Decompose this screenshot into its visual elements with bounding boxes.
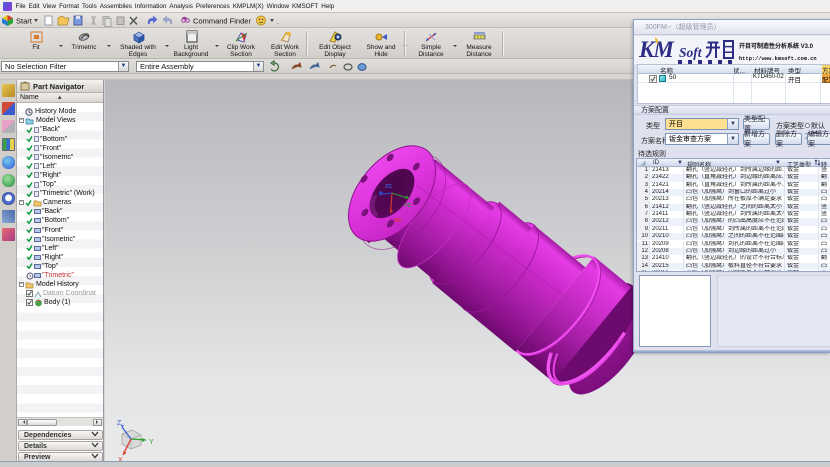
svg-text:Command Finder: Command Finder (193, 17, 251, 26)
svg-text:http://www.kmsoft.com.cn: http://www.kmsoft.com.cn (739, 56, 817, 62)
svg-text:.: . (277, 19, 279, 26)
svg-text:YC: YC (404, 203, 412, 209)
svg-text:Start: Start (16, 17, 33, 26)
svg-text:Z: Z (117, 420, 122, 427)
svg-text:Y: Y (149, 439, 154, 446)
svg-text:开目可制造性分析系统 V3.0: 开目可制造性分析系统 V3.0 (739, 42, 814, 50)
svg-text:ZC: ZC (385, 184, 392, 190)
svg-text:Soft: Soft (679, 45, 703, 60)
svg-text:XC: XC (394, 218, 402, 224)
